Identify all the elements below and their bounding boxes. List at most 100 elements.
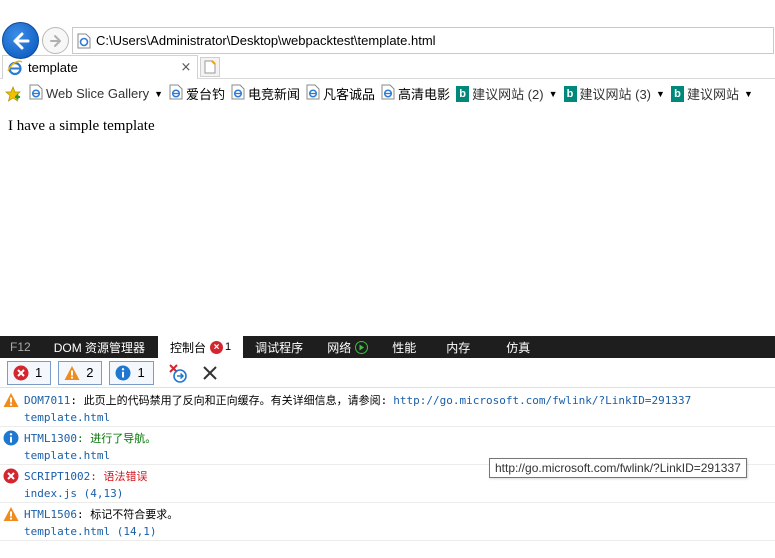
message-code: HTML1300: [24, 432, 77, 445]
message-code: HTML1506: [24, 508, 77, 521]
favorite-item[interactable]: 高清电影: [381, 84, 450, 103]
tab-f12[interactable]: F12: [0, 336, 41, 358]
favorite-label: 高清电影: [398, 87, 451, 102]
devtools-tab-bar: F12 DOM 资源管理器 控制台 × 1 调试程序 网络 性能 内存 仿真: [0, 336, 775, 358]
bing-icon: b: [456, 85, 470, 102]
ie-page-icon: [381, 84, 395, 103]
favorite-item[interactable]: b 建议网站 ▼: [670, 84, 753, 103]
favorite-label: 建议网站 (2): [472, 87, 544, 102]
devtools-tab-label: 网络: [327, 340, 352, 355]
tab-emulation[interactable]: 仿真: [488, 336, 548, 358]
ie-page-icon: [29, 84, 43, 103]
message-source-link[interactable]: template.html: [24, 411, 110, 424]
favorite-item[interactable]: 爱台钓: [169, 84, 225, 103]
warnings-filter-button[interactable]: 2: [58, 360, 103, 385]
favorites-bar: Web Slice Gallery ▼ 爱台钓 电竞新闻 凡客诚品 高清电影 b 建议网站 (…: [0, 80, 775, 107]
tab-close-icon[interactable]: ×: [179, 60, 193, 75]
back-button[interactable]: [2, 22, 39, 59]
info-count: 1: [137, 365, 145, 380]
tab-template[interactable]: template ×: [2, 55, 198, 79]
message-source-link[interactable]: template.html (14,1): [24, 525, 156, 538]
tab-performance[interactable]: 性能: [380, 336, 428, 358]
message-line: SCRIPT1002: 语法错误: [24, 468, 147, 484]
favorite-item[interactable]: b 建议网站 (2) ▼: [456, 84, 558, 103]
address-bar-row: C:\Users\Administrator\Desktop\webpackte…: [0, 22, 775, 59]
console-message: HTML1506: 标记不符合要求。 template.html (14,1): [0, 503, 775, 541]
message-source-link[interactable]: template.html: [24, 449, 110, 462]
address-input[interactable]: C:\Users\Administrator\Desktop\webpackte…: [72, 27, 774, 54]
favorite-item[interactable]: Web Slice Gallery ▼: [29, 84, 163, 103]
ie-page-icon: [231, 84, 245, 103]
forward-arrow-icon: [49, 34, 61, 47]
message-text: : 此页上的代码禁用了反向和正向缓存。有关详细信息，请参阅:: [70, 394, 388, 407]
devtools-tab-label: F12: [10, 340, 31, 354]
warnings-count: 2: [86, 365, 94, 380]
favorite-item[interactable]: b 建议网站 (3) ▼: [563, 84, 665, 103]
devtools-tab-label: DOM 资源管理器: [53, 340, 146, 355]
message-line: HTML1506: 标记不符合要求。: [24, 506, 178, 522]
favorite-label: 建议网站: [686, 87, 739, 102]
network-record-icon: [355, 340, 369, 354]
devtools-tab-label: 仿真: [506, 340, 531, 355]
warning-icon: [3, 506, 19, 526]
error-icon: [13, 365, 29, 380]
bing-icon: b: [563, 85, 577, 102]
new-tab-button[interactable]: [200, 57, 220, 77]
favorite-label: Web Slice Gallery: [46, 86, 150, 101]
address-url: C:\Users\Administrator\Desktop\webpackte…: [96, 33, 436, 48]
clear-on-navigate-button[interactable]: [166, 361, 190, 385]
dropdown-caret-icon[interactable]: ▼: [154, 89, 163, 99]
message-line: HTML1300: 进行了导航。: [24, 430, 156, 446]
message-text: : 语法错误: [90, 470, 148, 483]
console-toolbar: 1 2 1: [0, 358, 775, 388]
dropdown-caret-icon[interactable]: ▼: [744, 89, 753, 99]
info-filter-button[interactable]: 1: [109, 360, 154, 385]
page-body-text: I have a simple template: [8, 118, 155, 134]
info-icon: [3, 430, 19, 450]
favorites-star-icon[interactable]: [5, 85, 23, 102]
tab-dom-explorer[interactable]: DOM 资源管理器: [41, 336, 158, 358]
message-code: SCRIPT1002: [24, 470, 91, 483]
favorite-item[interactable]: 凡客诚品: [306, 84, 375, 103]
ie-page-icon: [169, 84, 183, 103]
error-icon: [3, 468, 19, 488]
error-badge-icon: ×: [210, 340, 224, 354]
ie-logo-icon: [7, 60, 23, 75]
favorite-item[interactable]: 电竞新闻: [231, 84, 300, 103]
errors-count: 1: [35, 365, 43, 380]
clear-icon: [202, 365, 217, 380]
tab-console[interactable]: 控制台 × 1: [158, 336, 244, 358]
devtools-tab-label: 调试程序: [255, 340, 304, 355]
message-code: DOM7011: [24, 394, 71, 407]
tab-debugger[interactable]: 调试程序: [243, 336, 315, 358]
tab-memory[interactable]: 内存: [428, 336, 488, 358]
favorite-label: 爱台钓: [186, 87, 226, 102]
message-link[interactable]: http://go.microsoft.com/fwlink/?LinkID=2…: [393, 394, 691, 407]
clear-on-navigate-icon: [168, 363, 187, 383]
new-tab-icon: [204, 60, 216, 74]
dropdown-caret-icon[interactable]: ▼: [549, 89, 558, 99]
message-text: : 标记不符合要求。: [76, 508, 179, 521]
message-line: DOM7011: 此页上的代码禁用了反向和正向缓存。有关详细信息，请参阅: htt…: [24, 392, 691, 408]
link-tooltip: http://go.microsoft.com/fwlink/?LinkID=2…: [489, 458, 747, 478]
devtools-tab-label: 性能: [392, 340, 417, 355]
page-icon: [77, 33, 91, 48]
devtools-tab-label: 内存: [446, 340, 471, 355]
tab-title: template: [28, 60, 78, 75]
favorite-label: 建议网站 (3): [579, 87, 652, 102]
message-source-link[interactable]: index.js (4,13): [24, 487, 123, 500]
message-text: : 进行了导航。: [76, 432, 157, 445]
warning-icon: [64, 365, 80, 380]
console-message: DOM7011: 此页上的代码禁用了反向和正向缓存。有关详细信息，请参阅: htt…: [0, 389, 775, 427]
favorite-label: 电竞新闻: [248, 87, 301, 102]
dropdown-caret-icon[interactable]: ▼: [656, 89, 665, 99]
warning-icon: [3, 392, 19, 412]
tab-network[interactable]: 网络: [315, 336, 380, 358]
clear-console-button[interactable]: [198, 361, 222, 385]
errors-filter-button[interactable]: 1: [7, 360, 52, 385]
devtools-tab-label: 控制台: [170, 340, 207, 355]
bing-icon: b: [670, 85, 684, 102]
ie-page-icon: [306, 84, 320, 103]
forward-button[interactable]: [42, 27, 69, 54]
error-badge-count: 1: [225, 341, 232, 353]
